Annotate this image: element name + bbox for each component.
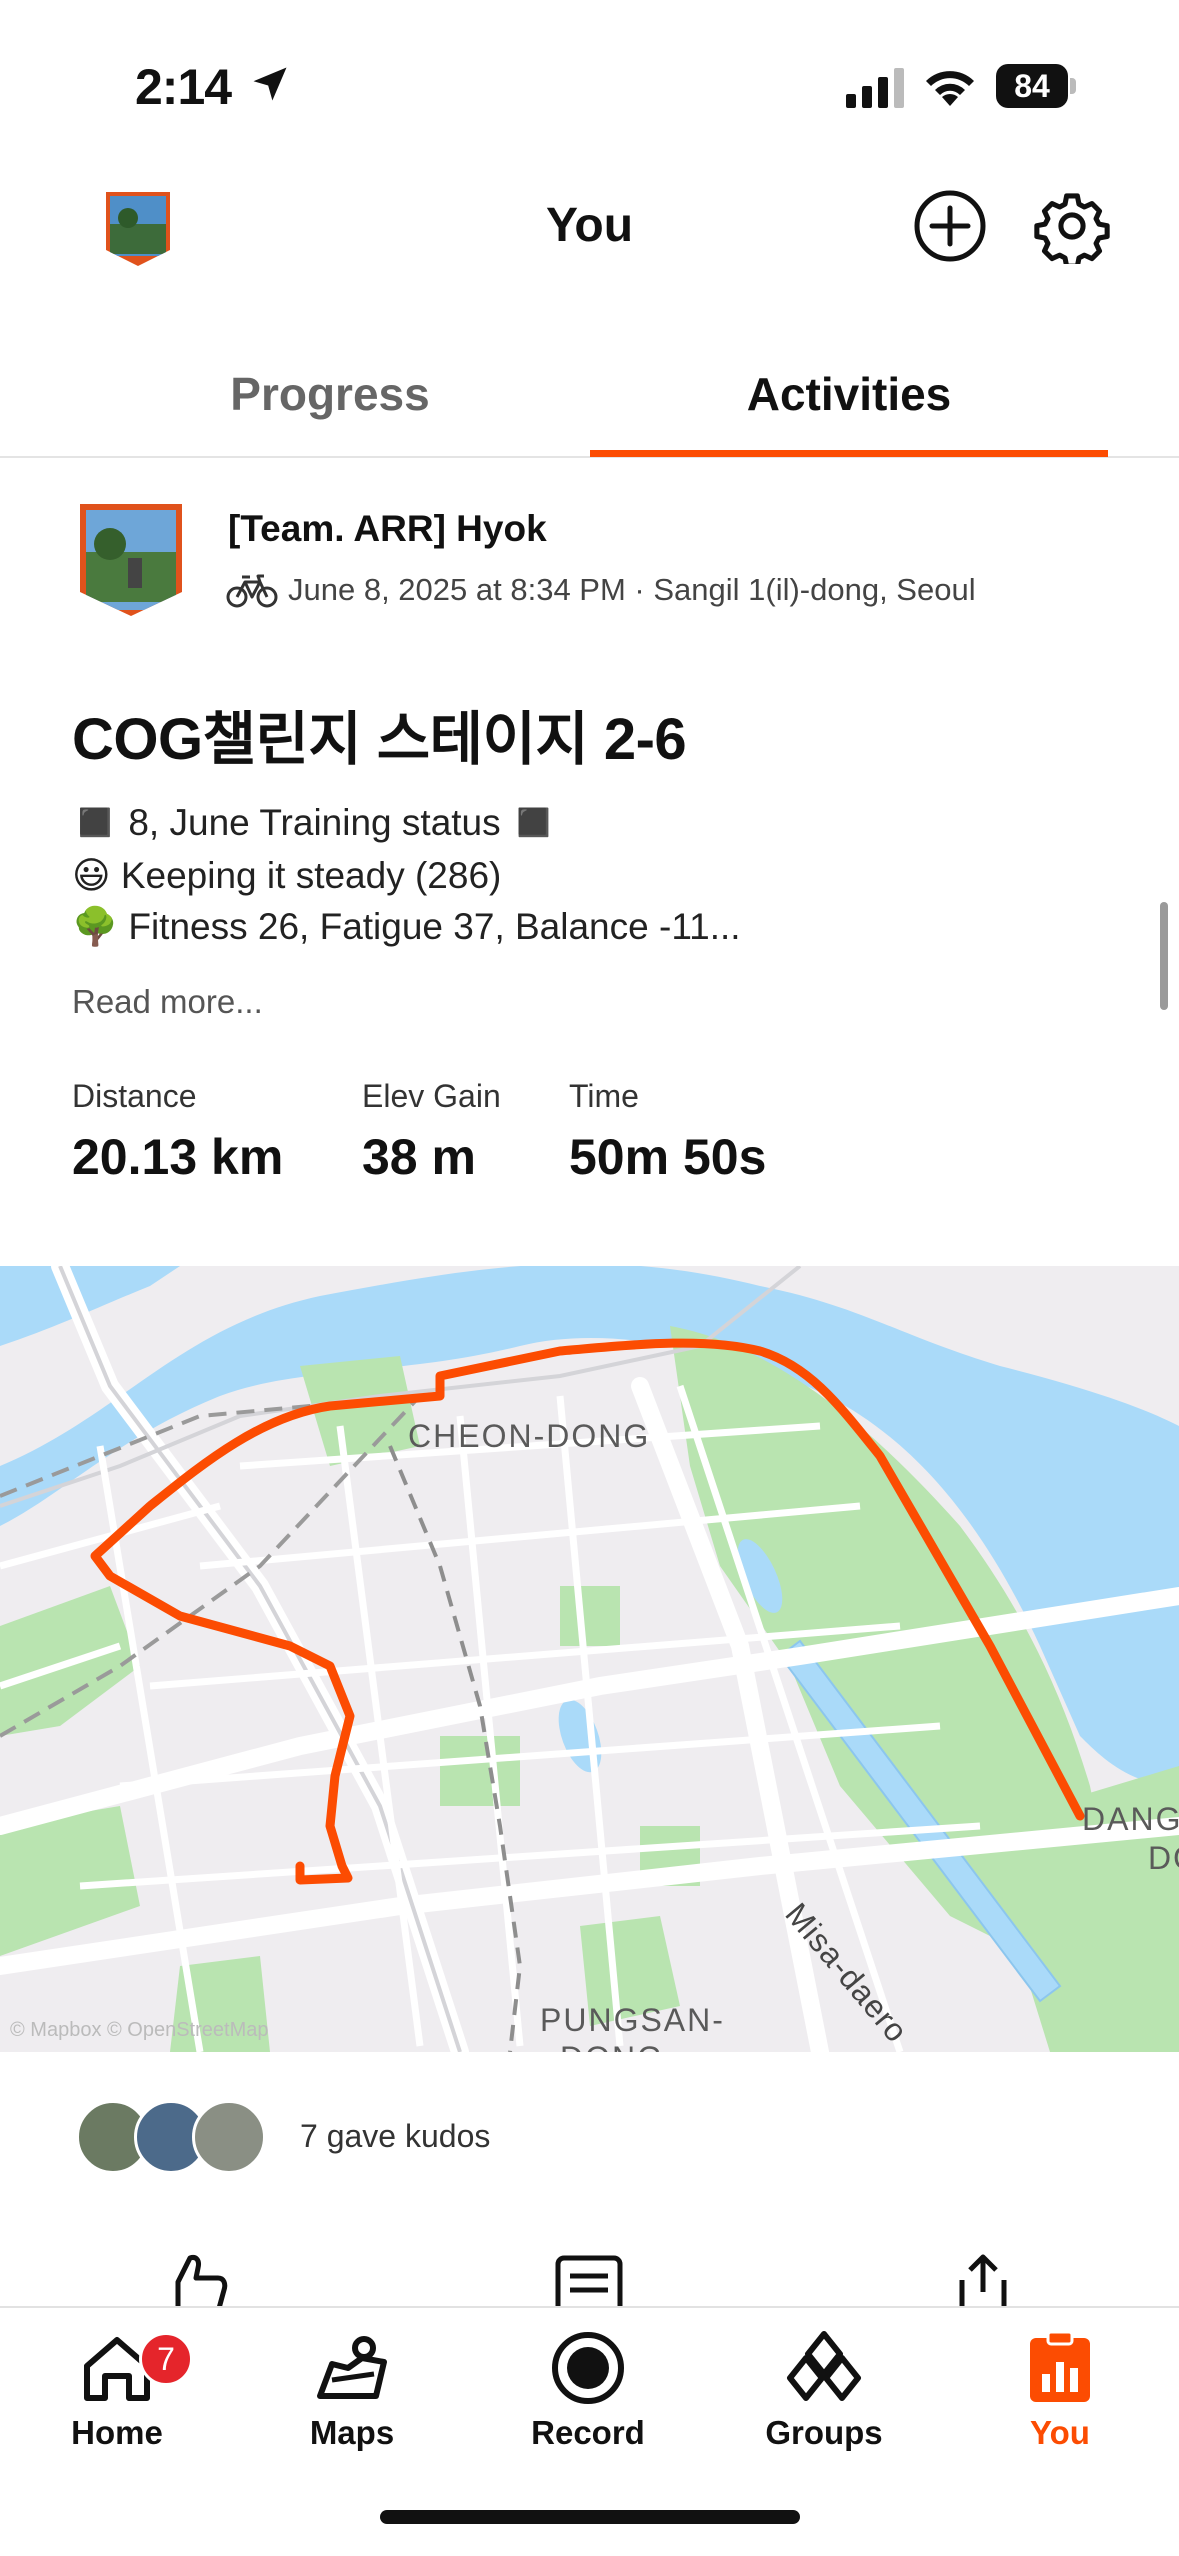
kudos-count[interactable]: 7 gave kudos (300, 2118, 490, 2155)
nav-label-groups: Groups (765, 2414, 883, 2451)
thumbs-up-icon[interactable] (160, 2252, 230, 2312)
map-label: CHEON-DONG (408, 1418, 651, 1454)
home-indicator[interactable] (380, 2510, 800, 2524)
gear-icon[interactable] (1034, 188, 1110, 264)
add-icon[interactable] (912, 188, 988, 264)
active-tab-indicator (590, 450, 1108, 457)
map-icon (317, 2336, 387, 2399)
location-arrow-icon (253, 67, 287, 101)
tab-bar: Progress Activities (0, 330, 1179, 458)
share-icon[interactable] (948, 2252, 1018, 2312)
tab-activities[interactable]: Activities (590, 330, 1108, 458)
stat-label-distance: Distance (72, 1078, 197, 1114)
wifi-icon (926, 71, 974, 106)
status-time: 2:14 (135, 59, 232, 115)
stat-value-elev-gain: 38 m (362, 1129, 476, 1185)
kudos-avatars[interactable] (76, 2100, 276, 2174)
battery-level: 84 (996, 64, 1068, 108)
stat-label-elev-gain: Elev Gain (362, 1078, 501, 1114)
nav-label-you: You (1030, 2414, 1090, 2451)
stat-value-distance: 20.13 km (72, 1129, 284, 1185)
nav-label-record: Record (531, 2414, 645, 2451)
nav-label-home: Home (71, 2414, 163, 2451)
record-icon (552, 2332, 624, 2404)
stat-label-time: Time (569, 1078, 639, 1114)
bike-icon (226, 574, 278, 608)
bottom-nav: Home 7 Maps Record Groups You (0, 2306, 1179, 2556)
map-label: DANG (1082, 1801, 1179, 1837)
route-map[interactable]: CHEON-DONG PUNGSAN- DONG Misa-daero DANG… (0, 1266, 1179, 2052)
activity-title[interactable]: COG챌린지 스테이지 2-6 (72, 692, 687, 776)
nav-label-maps: Maps (309, 2414, 395, 2451)
nav-home[interactable]: Home 7 (27, 2328, 207, 2478)
comment-icon[interactable] (554, 2252, 624, 2312)
nav-you[interactable]: You (970, 2328, 1150, 2478)
read-more-link[interactable]: Read more... (72, 983, 263, 1021)
map-canvas (0, 1266, 1179, 2052)
kudos-avatar (192, 2100, 266, 2174)
header: You (0, 170, 1179, 290)
battery-icon: 84 (996, 64, 1076, 108)
athlete-name[interactable]: [Team. ARR] Hyok (228, 508, 547, 550)
athlete-avatar[interactable] (76, 500, 186, 620)
map-attribution[interactable]: © Mapbox © OpenStreetMap (10, 2019, 269, 2042)
tab-progress[interactable]: Progress (70, 330, 590, 458)
nav-groups[interactable]: Groups (734, 2328, 914, 2478)
nav-maps[interactable]: Maps (262, 2328, 442, 2478)
map-label: PUNGSAN- (540, 2002, 725, 2038)
map-label: DONG (560, 2040, 664, 2052)
description-line: 🌳 Fitness 26, Fatigue 37, Balance -11... (72, 906, 741, 947)
you-icon (1030, 2330, 1090, 2402)
activity-meta: June 8, 2025 at 8:34 PM · Sangil 1(il)-d… (288, 572, 976, 607)
page-title: You (545, 199, 634, 252)
map-label: DO (1148, 1840, 1179, 1876)
description-line: 😃 Keeping it steady (286) (72, 855, 502, 896)
cellular-signal-icon (846, 68, 904, 108)
description-line: ◼️ 8, June Training status ◼️ (72, 802, 557, 843)
status-bar: 2:14 84 (0, 0, 1179, 170)
groups-icon (787, 2331, 861, 2401)
stat-value-time: 50m 50s (569, 1129, 767, 1185)
scrollbar (1160, 902, 1168, 1010)
notification-badge: 7 (139, 2332, 193, 2386)
nav-record[interactable]: Record (498, 2328, 678, 2478)
